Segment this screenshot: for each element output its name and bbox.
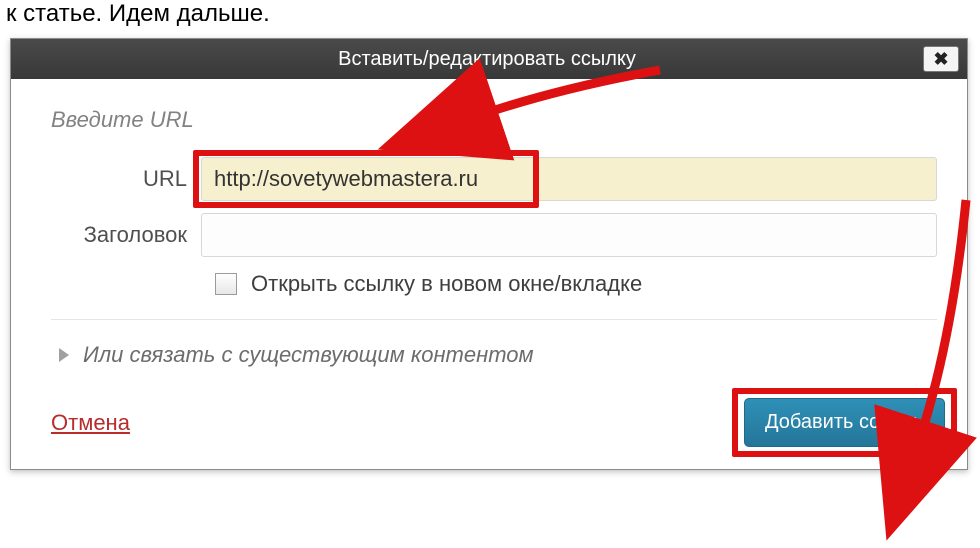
title-label: Заголовок xyxy=(51,222,201,248)
new-tab-checkbox[interactable] xyxy=(215,273,237,295)
link-existing-toggle[interactable]: Или связать с существующим контентом xyxy=(51,320,937,390)
background-text-below xyxy=(0,474,980,482)
chevron-right-icon xyxy=(59,348,69,362)
url-input[interactable] xyxy=(201,157,937,201)
link-existing-label: Или связать с существующим контентом xyxy=(83,342,534,368)
close-button[interactable]: ✖ xyxy=(923,46,959,72)
dialog-body: Введите URL URL Заголовок Открыть ссылку… xyxy=(11,79,967,398)
title-input[interactable] xyxy=(201,213,937,257)
link-dialog: Вставить/редактировать ссылку ✖ Введите … xyxy=(10,38,968,470)
add-link-button[interactable]: Добавить ссылку xyxy=(744,398,945,447)
dialog-titlebar: Вставить/редактировать ссылку ✖ xyxy=(11,39,967,79)
close-icon: ✖ xyxy=(933,49,948,70)
url-label: URL xyxy=(51,166,201,192)
new-tab-row: Открыть ссылку в новом окне/вкладке xyxy=(215,271,937,297)
section-heading: Введите URL xyxy=(51,107,937,133)
background-text-above: к статье. Идем дальше. xyxy=(0,0,980,34)
dialog-title: Вставить/редактировать ссылку xyxy=(51,48,923,71)
title-row: Заголовок xyxy=(51,213,937,257)
cancel-link[interactable]: Отмена xyxy=(51,410,130,436)
new-tab-label: Открыть ссылку в новом окне/вкладке xyxy=(251,271,642,297)
dialog-footer: Отмена Добавить ссылку xyxy=(11,398,967,469)
url-row: URL xyxy=(51,157,937,201)
